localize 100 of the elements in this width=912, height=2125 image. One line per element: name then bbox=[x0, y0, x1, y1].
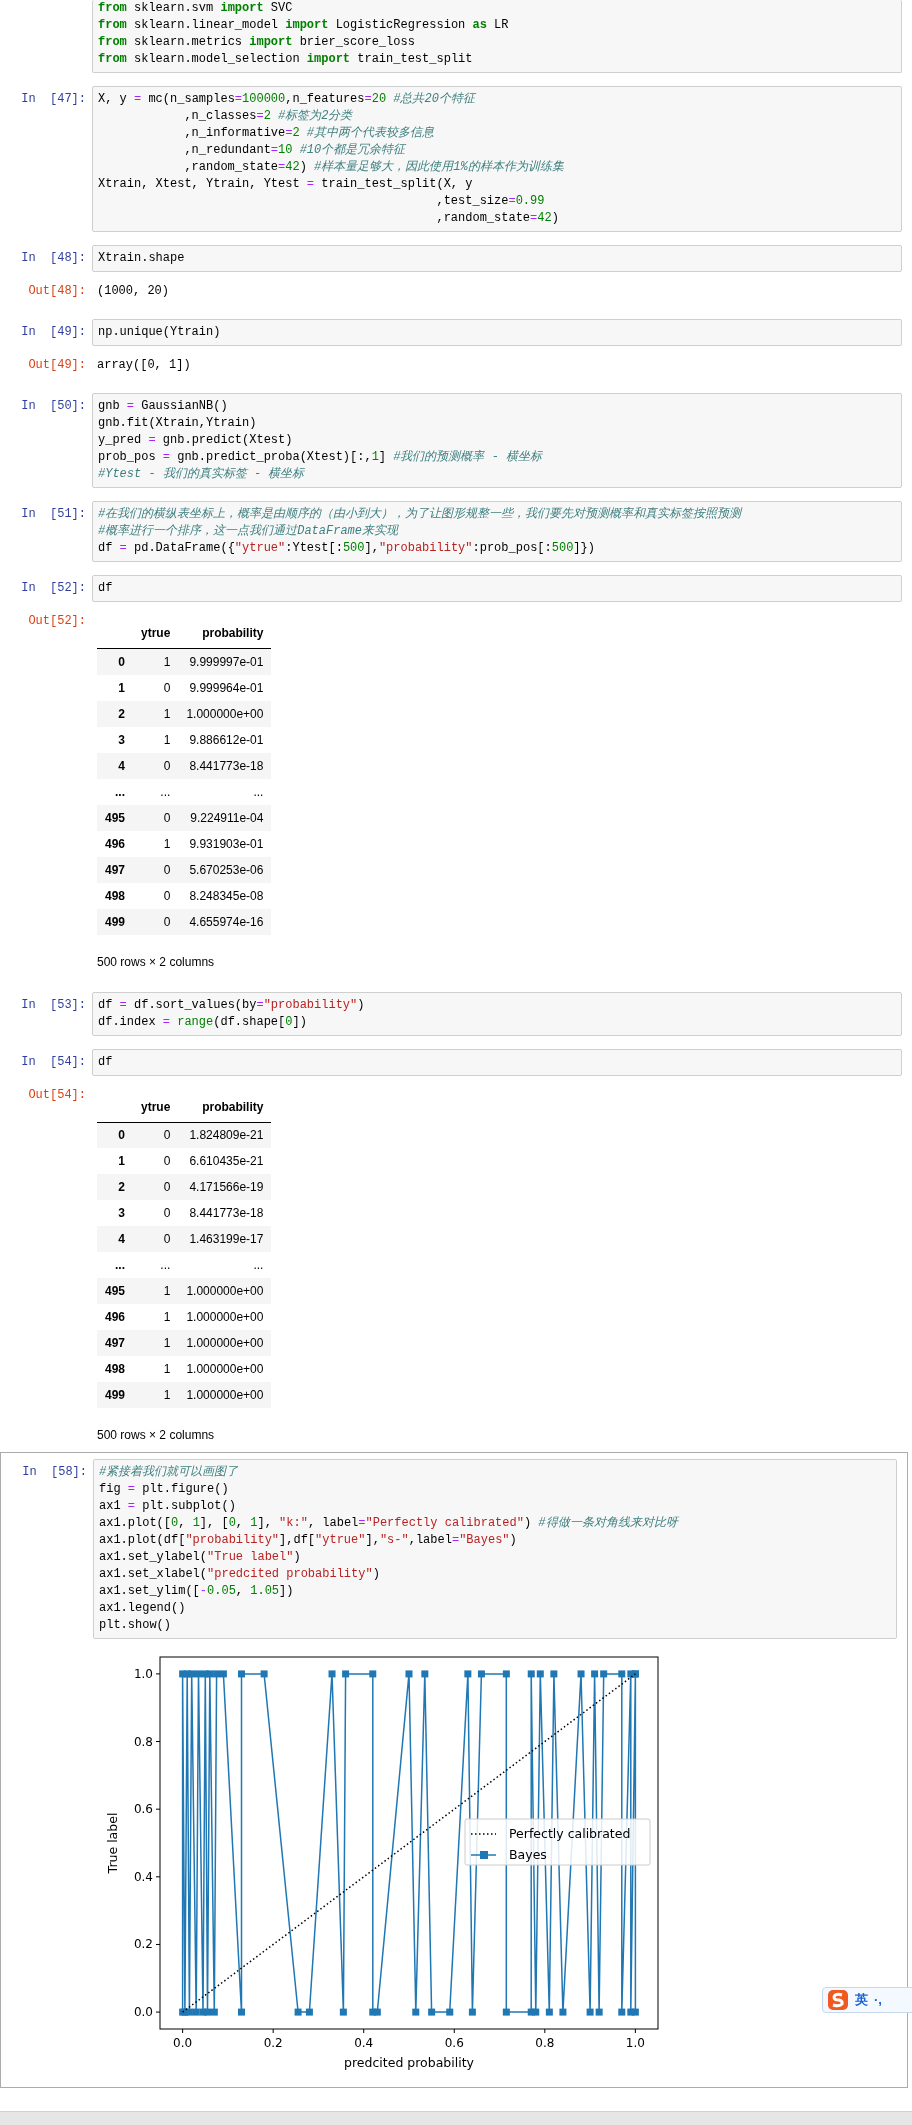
punctuation-mode: ·, bbox=[874, 1991, 882, 2010]
x-tick-label: 0.2 bbox=[263, 2036, 283, 2050]
table-cell: 1.000000e+00 bbox=[186, 1310, 264, 1324]
code-line: #在我们的横纵表坐标上，概率是由顺序的（由小到大），为了让图形规整一些，我们要先对预测概率和真实标签按照预测 bbox=[98, 506, 742, 523]
code-line: #Ytest - 我们的真实标签 - 横坐标 bbox=[98, 466, 305, 483]
x-tick-label: 0.8 bbox=[535, 2036, 555, 2050]
row-index: 496 bbox=[105, 1310, 126, 1324]
input-prompt: In [50]: bbox=[21, 398, 86, 415]
code-line: df bbox=[98, 1053, 113, 1071]
code-line: from sklearn.metrics import brier_score_loss bbox=[98, 34, 415, 51]
x-tick-label: 0.0 bbox=[173, 2036, 193, 2050]
y-axis-label: True label bbox=[105, 1812, 120, 1874]
code-line: df bbox=[98, 580, 113, 597]
code-line: ,n_redundant=10 #10个都是冗余特征 bbox=[183, 142, 406, 159]
row-index: 498 bbox=[105, 888, 126, 903]
code-line: prob_pos = gnb.predict_proba(Xtest)[:,1] #我们的预测概率 - 横坐标 bbox=[98, 449, 543, 466]
x-tick-label: 1.0 bbox=[625, 2036, 645, 2050]
row-index: 496 bbox=[105, 836, 126, 851]
code-line: from sklearn.svm import SVC bbox=[98, 0, 293, 17]
table-cell: 1 bbox=[163, 1284, 171, 1298]
code-line: #概率进行一个排序，这一点我们通过DataFrame来实现 bbox=[98, 523, 398, 540]
y-tick-label: 1.0 bbox=[133, 1666, 153, 1681]
table-cell: 0 bbox=[163, 1232, 171, 1246]
output-text: (1000, 20) bbox=[97, 283, 169, 300]
row-index: 2 bbox=[118, 1180, 126, 1194]
table-cell: 0 bbox=[163, 1180, 171, 1194]
row-index: 498 bbox=[105, 1362, 126, 1376]
input-prompt: In [54]: bbox=[21, 1053, 86, 1071]
table-cell: 9.999964e-01 bbox=[189, 680, 264, 695]
input-prompt: In [51]: bbox=[21, 506, 86, 523]
x-axis-label: predcited probability bbox=[344, 2055, 474, 2070]
input-prompt: In [58]: bbox=[22, 1464, 87, 1481]
table-cell: 4.171566e-19 bbox=[189, 1180, 264, 1194]
code-line: gnb = GaussianNB() bbox=[98, 398, 228, 415]
code-line: np.unique(Ytrain) bbox=[98, 324, 221, 341]
input-prompt: In [49]: bbox=[21, 324, 86, 341]
table-cell: 6.610435e-21 bbox=[189, 1154, 264, 1168]
code-line: #紧接着我们就可以画图了 bbox=[99, 1464, 239, 1481]
x-tick-label: 0.6 bbox=[444, 2036, 464, 2050]
input-prompt: In [47]: bbox=[21, 91, 86, 108]
row-index: 499 bbox=[105, 914, 126, 929]
y-tick-label: 0.4 bbox=[133, 1869, 153, 1884]
table-cell: 8.248345e-08 bbox=[189, 888, 264, 903]
table-cell: 1.000000e+00 bbox=[186, 1362, 264, 1376]
table-cell: 1.000000e+00 bbox=[186, 706, 264, 721]
column-header: probability bbox=[202, 626, 264, 640]
table-cell: 8.441773e-18 bbox=[189, 758, 264, 773]
code-line: from sklearn.linear_model import LogisticRegression as LR bbox=[98, 17, 509, 34]
table-cell: ... bbox=[160, 784, 171, 799]
code-line: ax1.plot(df["probability"],df["ytrue"],"s-",label="Bayes") bbox=[99, 1532, 517, 1549]
table-cell: 1.824809e-21 bbox=[189, 1128, 264, 1143]
table-cell: 1.000000e+00 bbox=[186, 1336, 264, 1350]
table-cell: 0 bbox=[163, 862, 171, 877]
input-prompt: In [53]: bbox=[21, 996, 86, 1014]
legend-label: Bayes bbox=[509, 1847, 547, 1862]
row-index: 2 bbox=[118, 706, 126, 721]
row-index: 4 bbox=[118, 1232, 126, 1246]
x-tick-label: 0.4 bbox=[354, 2036, 374, 2050]
table-cell: 0 bbox=[163, 914, 171, 929]
code-line: ,n_classes=2 #标签为2分类 bbox=[183, 108, 353, 125]
code-line: ,random_state=42) #样本量足够大，因此使用1%的样本作为训练集 bbox=[183, 159, 564, 176]
input-prompt: In [48]: bbox=[21, 250, 86, 267]
column-header: ytrue bbox=[141, 626, 171, 640]
table-cell: 1 bbox=[163, 1388, 171, 1402]
code-line: ,random_state=42) bbox=[435, 210, 559, 227]
table-cell: 0 bbox=[163, 1154, 171, 1168]
row-count-label: 500 rows × 2 columns bbox=[97, 1427, 216, 1444]
code-line: ax1.set_xlabel("predcited probability") bbox=[99, 1566, 380, 1583]
table-cell: 0 bbox=[163, 680, 171, 695]
output-prompt: Out[49]: bbox=[28, 357, 86, 374]
output-prompt: Out[52]: bbox=[28, 613, 86, 630]
table-cell: 0 bbox=[163, 1128, 171, 1143]
table-cell: 9.999997e-01 bbox=[189, 654, 264, 669]
code-line: Xtrain.shape bbox=[98, 250, 185, 267]
row-index: ... bbox=[115, 784, 126, 799]
code-line: plt.show() bbox=[99, 1617, 171, 1634]
row-index: 3 bbox=[118, 1206, 126, 1220]
table-cell: 0 bbox=[163, 758, 171, 773]
table-cell: ... bbox=[160, 1258, 171, 1272]
table-cell: 0 bbox=[163, 1206, 171, 1220]
code-line: df.index = range(df.shape[0]) bbox=[98, 1013, 307, 1031]
row-index: 0 bbox=[118, 654, 126, 669]
code-line: from sklearn.model_selection import train_test_split bbox=[98, 51, 473, 68]
column-header: probability bbox=[202, 1099, 264, 1114]
y-tick-label: 0.0 bbox=[133, 2005, 153, 2020]
code-line: df = pd.DataFrame({"ytrue":Ytest[:500],"probability":prob_pos[:500]}) bbox=[98, 540, 595, 557]
code-line: fig = plt.figure() bbox=[99, 1481, 229, 1498]
row-index: 0 bbox=[118, 1128, 126, 1143]
table-cell: 9.224911e-04 bbox=[190, 810, 264, 825]
code-line: ax1.set_ylabel("True label") bbox=[99, 1549, 301, 1566]
code-line: df = df.sort_values(by="probability") bbox=[98, 996, 365, 1014]
row-index: 1 bbox=[118, 680, 126, 695]
table-cell: 9.931903e-01 bbox=[189, 836, 264, 851]
code-line: ax1 = plt.subplot() bbox=[99, 1498, 236, 1515]
y-tick-label: 0.2 bbox=[133, 1937, 153, 1952]
table-cell: 1 bbox=[163, 836, 171, 851]
table-cell: 1.463199e-17 bbox=[189, 1232, 264, 1246]
table-cell: ... bbox=[253, 1258, 264, 1272]
column-header: ytrue bbox=[141, 1099, 171, 1114]
row-index: 497 bbox=[105, 1336, 126, 1350]
